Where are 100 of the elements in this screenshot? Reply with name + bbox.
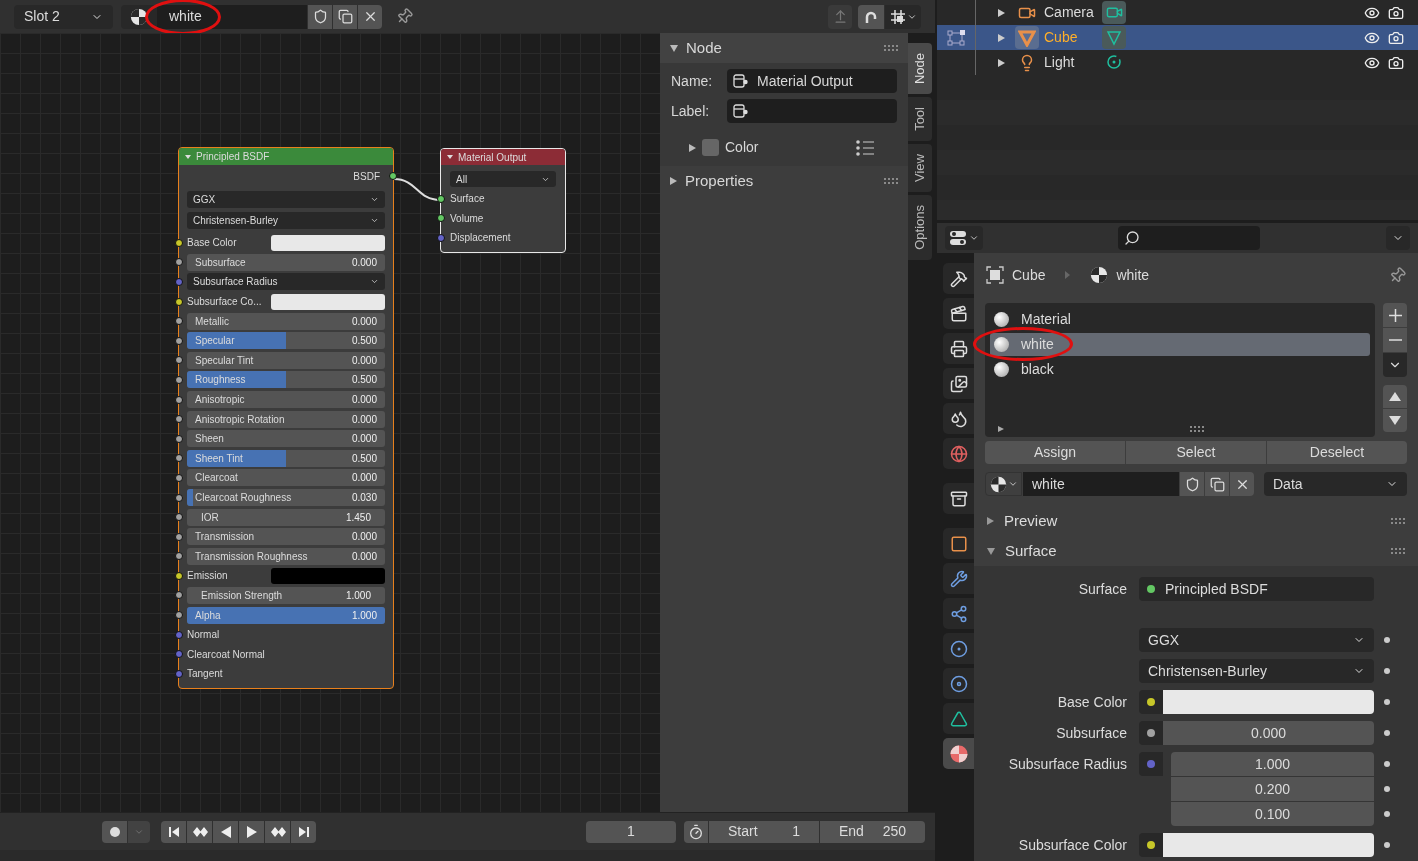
color-swatch[interactable]	[271, 234, 385, 251]
material-slot[interactable]: white	[990, 333, 1370, 356]
slider-field[interactable]: Transmission Roughness 0.000	[187, 547, 385, 565]
property-tab[interactable]	[943, 403, 974, 434]
property-tab[interactable]	[943, 563, 974, 594]
material-name-field[interactable]: white	[1023, 472, 1179, 496]
slider-field[interactable]: IOR 1.450	[187, 508, 385, 526]
label-field[interactable]	[727, 99, 897, 123]
next-keyframe-button[interactable]	[265, 820, 290, 843]
slider-field[interactable]: Alpha 1.000	[187, 606, 385, 624]
material-browse-button[interactable]	[985, 472, 1022, 496]
collapse-arrow-icon[interactable]	[670, 44, 678, 52]
slider-field[interactable]: Clearcoat 0.000	[187, 469, 385, 487]
breadcrumb-item[interactable]: Cube	[1012, 264, 1046, 286]
slider-field[interactable]: Transmission 0.000	[187, 528, 385, 546]
material-browse-button[interactable]	[121, 4, 157, 29]
property-tab[interactable]	[943, 633, 974, 664]
node-canvas[interactable]	[0, 33, 660, 812]
dropdown[interactable]: All	[450, 171, 556, 187]
panel-title[interactable]: Properties	[685, 169, 876, 193]
property-tab[interactable]	[943, 368, 974, 399]
expand-arrow-icon[interactable]	[998, 426, 1004, 432]
grip-icon[interactable]	[1391, 518, 1405, 524]
sidebar-tab[interactable]: Tool	[908, 97, 932, 141]
unlink-button[interactable]	[1230, 472, 1254, 496]
jump-end-button[interactable]	[291, 820, 316, 843]
property-tab[interactable]	[943, 528, 974, 559]
number-field[interactable]: 0.100	[1171, 802, 1374, 826]
slider-field[interactable]: Anisotropic 0.000	[187, 391, 385, 409]
grip-icon[interactable]	[1190, 426, 1204, 432]
material-slot[interactable]: black	[990, 358, 1370, 381]
start-field[interactable]: Start 1	[709, 820, 819, 843]
jump-start-button[interactable]	[161, 820, 186, 843]
slider-field[interactable]: Specular 0.500	[187, 332, 385, 350]
collapse-arrow-icon[interactable]	[447, 155, 453, 159]
property-tab[interactable]	[943, 703, 974, 734]
object-name[interactable]: Cube	[1044, 27, 1102, 48]
dropdown[interactable]: Christensen-Burley	[1139, 659, 1374, 683]
expand-arrow-icon[interactable]	[998, 33, 1005, 42]
breadcrumb-item[interactable]: white	[1116, 264, 1150, 286]
number-field[interactable]: 0.000	[1163, 721, 1374, 745]
dropdown[interactable]: GGX	[187, 191, 385, 208]
node-card[interactable]: Material Output All Surface Volume Displacement	[440, 148, 566, 253]
slider-field[interactable]: Specular Tint 0.000	[187, 351, 385, 369]
color-swatch[interactable]	[1163, 690, 1374, 714]
sidebar-tab[interactable]: Node	[908, 43, 932, 95]
link-dropdown[interactable]: Data	[1264, 472, 1407, 496]
color-swatch[interactable]	[702, 139, 719, 156]
record-button[interactable]	[102, 820, 127, 843]
frame-field[interactable]: 1	[586, 820, 676, 843]
sidebar-tab[interactable]: View	[908, 143, 932, 192]
number-field[interactable]: 1.000	[1171, 752, 1374, 776]
list-icon[interactable]	[855, 139, 875, 156]
grip-icon[interactable]	[884, 178, 898, 184]
remove-button[interactable]	[1383, 328, 1407, 352]
timer-button[interactable]	[684, 820, 708, 843]
material-name-field[interactable]: white	[157, 4, 307, 29]
move-down-button[interactable]	[1383, 409, 1407, 432]
grip-icon[interactable]	[1391, 548, 1405, 554]
property-tab[interactable]	[943, 333, 974, 364]
expand-arrow-icon[interactable]	[670, 177, 677, 185]
end-field[interactable]: End 250	[820, 820, 925, 843]
panel-header[interactable]: Preview	[974, 506, 1418, 536]
play-reverse-button[interactable]	[213, 820, 238, 843]
sidebar-tab[interactable]: Options	[908, 194, 932, 260]
grip-icon[interactable]	[884, 45, 898, 51]
name-field[interactable]: Material Output	[727, 69, 897, 93]
camera-icon[interactable]	[1388, 29, 1404, 46]
move-up-button[interactable]	[1383, 385, 1407, 408]
fake-user-button[interactable]	[1180, 472, 1204, 496]
slider-field[interactable]: Emission Strength 1.000	[187, 587, 385, 604]
socket-button[interactable]	[1139, 690, 1163, 714]
property-tab[interactable]	[943, 738, 974, 769]
parent-node-button[interactable]	[828, 4, 852, 29]
node-card[interactable]	[178, 147, 394, 689]
duplicate-button[interactable]	[333, 4, 357, 29]
play-button[interactable]	[239, 820, 264, 843]
dropdown[interactable]: Christensen-Burley	[187, 212, 385, 229]
editor-type-button[interactable]	[945, 226, 983, 250]
socket-button[interactable]	[1139, 721, 1163, 745]
slider-field[interactable]: Sheen 0.000	[187, 430, 385, 448]
prev-keyframe-button[interactable]	[187, 820, 212, 843]
color-swatch[interactable]	[271, 293, 385, 310]
slider-field[interactable]: Anisotropic Rotation 0.000	[187, 410, 385, 428]
property-tab[interactable]	[943, 298, 974, 329]
fake-user-button[interactable]	[308, 4, 332, 29]
material-slot[interactable]: Material	[990, 308, 1370, 331]
snap-button[interactable]	[858, 4, 884, 29]
add-button[interactable]	[1383, 303, 1407, 327]
property-tab[interactable]	[943, 483, 974, 514]
panel-header[interactable]: Surface	[974, 536, 1418, 566]
slider-field[interactable]: Clearcoat Roughness 0.030	[187, 489, 385, 506]
camera-icon[interactable]	[1388, 4, 1404, 21]
slider-field[interactable]: Sheen Tint 0.500	[187, 449, 385, 467]
slot-dropdown[interactable]: Slot 2	[14, 4, 113, 29]
shader-field[interactable]: Principled BSDF	[1139, 577, 1374, 601]
socket-button[interactable]	[1139, 833, 1163, 857]
expand-arrow-icon[interactable]	[998, 8, 1005, 17]
options-button[interactable]	[1386, 226, 1410, 250]
duplicate-button[interactable]	[1205, 472, 1229, 496]
